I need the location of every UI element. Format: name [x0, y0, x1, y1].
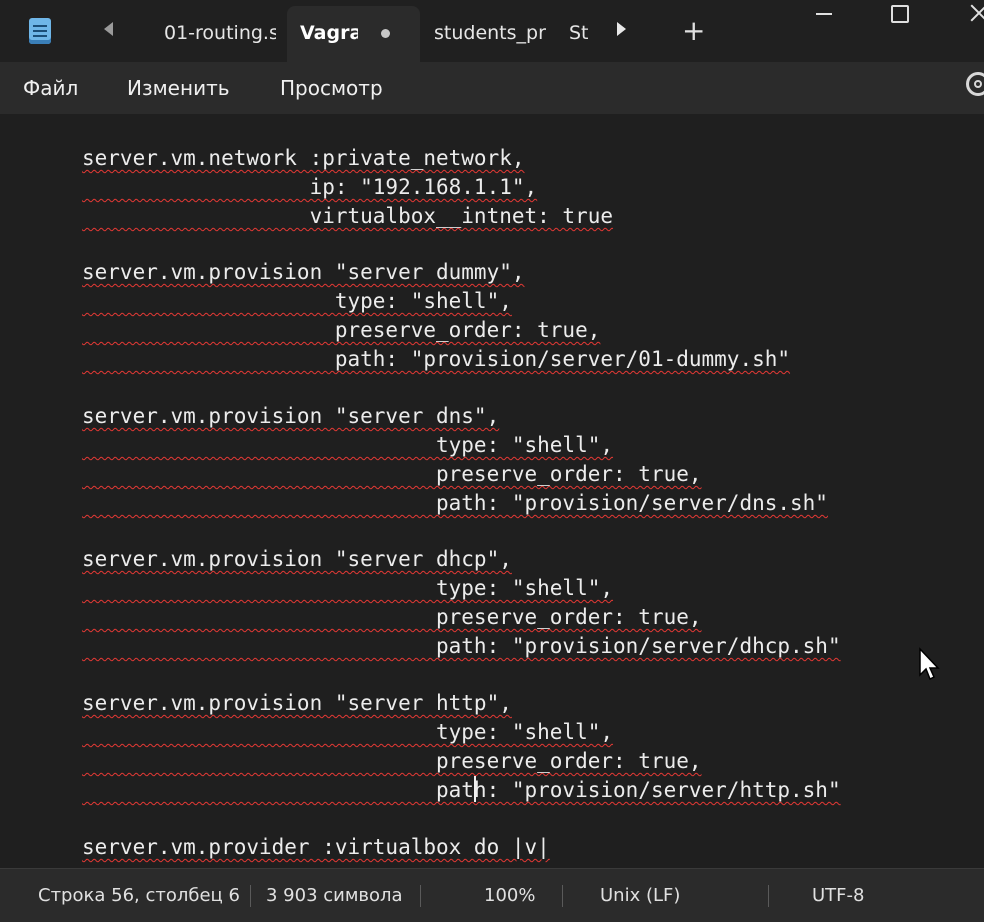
mouse-pointer-icon [919, 647, 940, 681]
status-bar: Строка 56, столбец 6 3 903 символа 100% … [0, 868, 984, 922]
settings-gear-icon[interactable] [966, 72, 984, 96]
code-line: path: "provision/server/01-dummy.sh" [82, 347, 791, 371]
notepad-app-icon [29, 18, 51, 44]
code-line: path: "provision/server/dns.sh" [82, 491, 828, 515]
code-line: server.vm.provider :virtualbox do |v| [82, 835, 550, 859]
tab-label: Vagrant [300, 22, 358, 44]
tab-label: 01-routing.sh [164, 22, 276, 44]
code-line: type: "shell", [82, 720, 614, 744]
code-line: virtualbox__intnet: true [82, 204, 614, 228]
menu-file[interactable]: Файл [23, 74, 78, 102]
code-line: type: "shell", [82, 433, 614, 457]
tab-vagrantfile[interactable]: Vagrant [287, 6, 420, 62]
code-line: path: "provision/server/dhcp.sh" [82, 634, 841, 658]
code-line: preserve_order: true, [82, 749, 702, 773]
tab-01-routing[interactable]: 01-routing.sh [164, 20, 276, 46]
code-line: server.vm.provision "server http", [82, 691, 512, 715]
code-line: type: "shell", [82, 576, 614, 600]
title-bar: 01-routing.sh Vagrant students_pri St + [0, 0, 984, 62]
status-divider [420, 885, 421, 907]
close-button[interactable] [948, 0, 984, 30]
text-caret [474, 776, 476, 802]
code-line: server.vm.provision "server dns", [82, 404, 500, 428]
scroll-tabs-right-icon[interactable] [617, 22, 626, 36]
cursor-position[interactable]: Строка 56, столбец 6 [38, 883, 240, 909]
tab-st[interactable]: St [569, 20, 591, 46]
status-divider [768, 885, 769, 907]
code-line: server.vm.provision "server dummy", [82, 260, 525, 284]
code-line: server.vm.network :private_network, [82, 146, 525, 170]
maximize-button[interactable] [876, 0, 922, 30]
tab-students-pri[interactable]: students_pri [434, 20, 547, 46]
tab-label: St [569, 22, 589, 44]
line-ending[interactable]: Unix (LF) [600, 883, 680, 909]
scroll-tabs-left-icon[interactable] [104, 22, 113, 36]
minimize-button[interactable] [800, 0, 846, 30]
code-line: preserve_order: true, [82, 318, 601, 342]
menu-view[interactable]: Просмотр [280, 74, 383, 102]
text-editor-area[interactable]: server.vm.network :private_network, ip: … [0, 114, 984, 868]
code-line: preserve_order: true, [82, 605, 702, 629]
menu-edit[interactable]: Изменить [127, 74, 230, 102]
code-line: preserve_order: true, [82, 462, 702, 486]
unsaved-dot-icon [381, 29, 390, 38]
encoding[interactable]: UTF-8 [812, 883, 864, 909]
code-line: path: "provision/server/http.sh" [82, 778, 841, 802]
status-divider [250, 885, 251, 907]
menu-bar: Файл Изменить Просмотр [0, 62, 984, 114]
zoom-level[interactable]: 100% [484, 883, 535, 909]
code-line: ip: "192.168.1.1", [82, 175, 538, 199]
character-count: 3 903 символа [266, 885, 403, 906]
code-line: type: "shell", [82, 289, 512, 313]
status-divider [562, 885, 563, 907]
tab-label: students_pri [434, 22, 547, 44]
notepad-window: 01-routing.sh Vagrant students_pri St + … [0, 0, 984, 922]
code-line: server.vm.provision "server dhcp", [82, 547, 512, 571]
new-tab-plus-icon[interactable]: + [682, 17, 705, 45]
